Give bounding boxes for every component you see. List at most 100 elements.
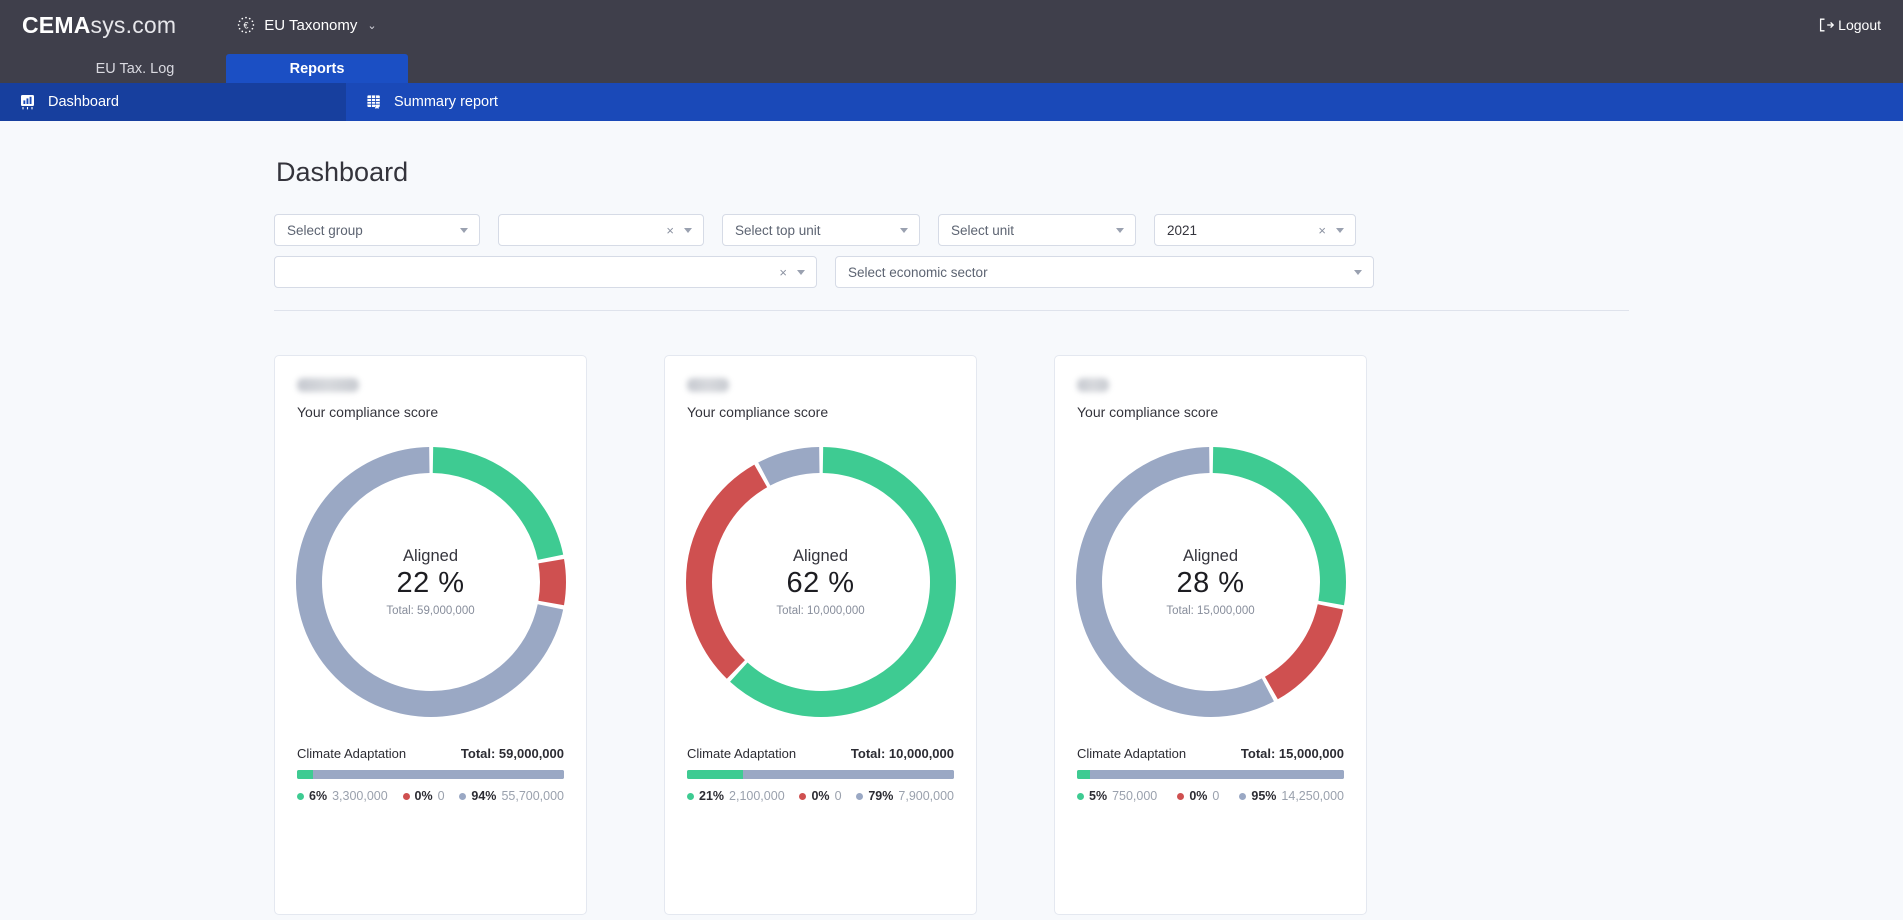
- legend-item: 95% 14,250,000: [1239, 789, 1344, 803]
- compliance-card-list: Your compliance score Aligned 22 % Total…: [274, 355, 1629, 915]
- objective-block: Climate Adaptation Total: 59,000,000 6% 3…: [297, 746, 564, 803]
- legend-dot-bluegrey: [1239, 792, 1247, 800]
- legend-percent: 21%: [699, 789, 725, 803]
- select-unit-dropdown[interactable]: Select unit: [938, 214, 1136, 246]
- legend-amount: 750,000: [1112, 789, 1158, 803]
- chevron-down-icon: [1116, 227, 1124, 233]
- brand-logo-bold: CEMA: [22, 11, 91, 38]
- select-unit-value: Select unit: [951, 222, 1015, 238]
- objective-total: Total: 59,000,000: [460, 746, 564, 761]
- clear-icon[interactable]: ×: [1318, 224, 1326, 237]
- eu-stars-icon: €: [236, 15, 256, 35]
- objective-header: Climate Adaptation Total: 15,000,000: [1077, 746, 1344, 761]
- compliance-card: Your compliance score Aligned 28 % Total…: [1054, 355, 1367, 915]
- subnav-item-dashboard[interactable]: Dashboard: [0, 83, 346, 121]
- objective-name: Climate Adaptation: [297, 746, 407, 761]
- sub-navigation-bar: Dashboard Summary report: [0, 83, 1903, 121]
- legend-item: 0% 0: [799, 789, 842, 803]
- legend-amount: 7,900,000: [898, 789, 954, 803]
- legend-item: 0% 0: [1177, 789, 1219, 803]
- report-table-icon: [366, 94, 383, 111]
- legend-item: 94% 55,700,000: [459, 789, 564, 803]
- tab-eu-tax-log-label: EU Tax. Log: [95, 60, 175, 77]
- legend-amount: 14,250,000: [1281, 789, 1344, 803]
- clear-icon[interactable]: ×: [666, 224, 674, 237]
- page-body: Dashboard Select group × Select top unit: [0, 121, 1903, 920]
- select-activity-dropdown[interactable]: ×: [274, 256, 817, 288]
- donut-chart: Aligned 28 % Total: 15,000,000: [1072, 443, 1350, 721]
- svg-text:€: €: [244, 21, 249, 31]
- legend-percent: 0%: [414, 789, 433, 803]
- filter-row-1: Select group × Select top unit Select un…: [274, 214, 1629, 246]
- objective-total: Total: 10,000,000: [850, 746, 954, 761]
- legend-item: 6% 3,300,000: [297, 789, 388, 803]
- progress-segment: [313, 770, 564, 779]
- brand-logo: CEMAsys.com: [22, 12, 176, 39]
- legend-dot-green: [297, 792, 304, 800]
- compliance-card: Your compliance score Aligned 22 % Total…: [274, 355, 587, 915]
- select-economic-sector-dropdown[interactable]: Select economic sector: [835, 256, 1374, 288]
- select-top-unit-value: Select top unit: [735, 222, 821, 238]
- objective-block: Climate Adaptation Total: 15,000,000 5% 7…: [1077, 746, 1344, 803]
- objective-progress-bar: [297, 770, 564, 779]
- app-switcher-label: EU Taxonomy: [264, 16, 358, 34]
- select-year-dropdown[interactable]: 2021 ×: [1154, 214, 1356, 246]
- legend-percent: 79%: [868, 789, 894, 803]
- tab-eu-tax-log[interactable]: EU Tax. Log: [44, 54, 226, 83]
- legend-percent: 5%: [1089, 789, 1108, 803]
- legend-dot-red: [1177, 792, 1185, 800]
- progress-segment: [297, 770, 314, 779]
- objective-name: Climate Adaptation: [687, 746, 797, 761]
- select-year-value: 2021: [1167, 222, 1198, 238]
- chevron-down-icon: [1336, 227, 1344, 233]
- subnav-item-summary-report[interactable]: Summary report: [346, 83, 692, 121]
- app-switcher[interactable]: € EU Taxonomy ⌄: [236, 15, 377, 35]
- tab-reports[interactable]: Reports: [226, 54, 408, 83]
- donut-chart-container: Aligned 28 % Total: 15,000,000: [1075, 434, 1346, 730]
- objective-legend: 21% 2,100,000 0% 0 79% 7,900,000: [687, 789, 954, 803]
- page-title: Dashboard: [276, 157, 409, 187]
- legend-item: 5% 750,000: [1077, 789, 1157, 803]
- subnav-item-dashboard-label: Dashboard: [48, 94, 119, 110]
- clear-icon[interactable]: ×: [779, 266, 787, 279]
- donut-chart-container: Aligned 62 % Total: 10,000,000: [685, 434, 956, 730]
- legend-amount: 3,300,000: [332, 789, 388, 803]
- brand-logo-light: sys.com: [90, 11, 177, 38]
- filter-bar: Select group × Select top unit Select un…: [274, 214, 1629, 311]
- group-value-dropdown[interactable]: ×: [498, 214, 704, 246]
- logout-button[interactable]: Logout: [1819, 17, 1881, 33]
- module-tab-strip: EU Tax. Log Reports: [0, 50, 1903, 83]
- card-subtitle: Your compliance score: [1077, 404, 1219, 420]
- bar-chart-icon: [20, 94, 37, 111]
- legend-percent: 0%: [811, 789, 830, 803]
- donut-chart-container: Aligned 22 % Total: 59,000,000: [295, 434, 566, 730]
- legend-item: 79% 7,900,000: [856, 789, 954, 803]
- objective-header: Climate Adaptation Total: 59,000,000: [297, 746, 564, 761]
- objective-legend: 6% 3,300,000 0% 0 94% 55,700,000: [297, 789, 564, 803]
- chevron-down-icon: [900, 227, 908, 233]
- card-title-redacted: [687, 378, 729, 392]
- objective-progress-bar: [687, 770, 954, 779]
- legend-dot-bluegrey: [856, 792, 864, 800]
- donut-chart-svg: [685, 447, 956, 717]
- legend-amount: 0: [437, 789, 445, 803]
- chevron-down-icon: [797, 269, 805, 275]
- select-top-unit-dropdown[interactable]: Select top unit: [722, 214, 920, 246]
- legend-item: 21% 2,100,000: [687, 789, 785, 803]
- progress-segment: [1077, 770, 1091, 779]
- select-economic-sector-value: Select economic sector: [848, 264, 988, 280]
- legend-dot-bluegrey: [459, 792, 467, 800]
- legend-dot-green: [687, 792, 694, 800]
- chevron-down-icon: [684, 227, 692, 233]
- donut-chart: Aligned 62 % Total: 10,000,000: [682, 443, 960, 721]
- objective-block: Climate Adaptation Total: 10,000,000 21%…: [687, 746, 954, 803]
- select-group-value: Select group: [287, 222, 363, 238]
- chevron-down-icon: [1354, 269, 1362, 275]
- card-title-redacted: [297, 378, 359, 392]
- card-subtitle: Your compliance score: [687, 404, 829, 420]
- legend-dot-green: [1077, 792, 1084, 800]
- legend-percent: 94%: [471, 789, 497, 803]
- select-group-dropdown[interactable]: Select group: [274, 214, 480, 246]
- tab-reports-label: Reports: [289, 60, 345, 77]
- legend-percent: 95%: [1251, 789, 1277, 803]
